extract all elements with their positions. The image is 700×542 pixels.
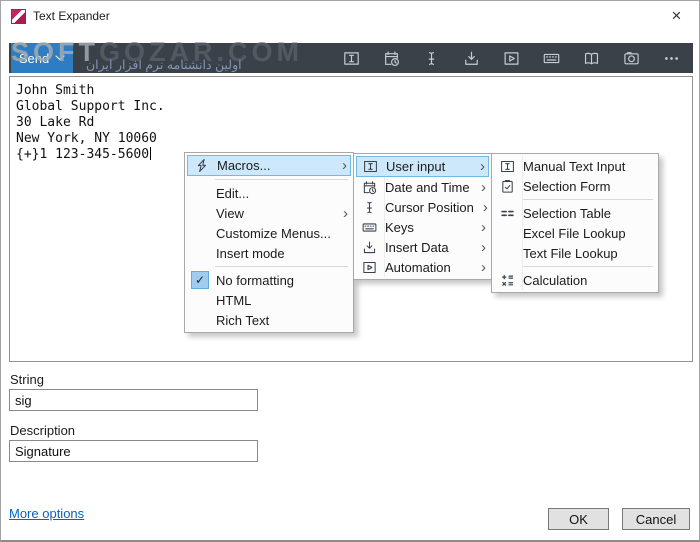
menu-item-cursor-position[interactable]: Cursor Position › [356,197,489,217]
menu-separator [215,266,348,267]
cancel-button[interactable]: Cancel [622,508,690,530]
menu-item-insert-data[interactable]: Insert Data › [356,237,489,257]
menu-item-selection-table[interactable]: Selection Table [494,203,656,223]
submenu-arrow-icon: › [480,158,485,175]
menu-item-view[interactable]: View › [187,203,351,223]
description-label: Description [10,423,76,438]
submenu-arrow-icon: › [481,258,486,276]
window-title: Text Expander [33,9,110,23]
toolbar-capture-button[interactable] [611,43,651,73]
send-button-label: Send [18,50,50,66]
submenu-arrow-icon: › [481,218,486,236]
user-input-icon [363,159,378,174]
editor-line: 30 Lake Rd [16,115,95,130]
ok-button[interactable]: OK [548,508,609,530]
editor-line: John Smith [16,83,95,98]
editor-line: Global Support Inc. [16,99,165,114]
menu-separator [522,266,653,267]
menu-item-automation[interactable]: Automation › [356,257,489,277]
ellipsis-icon [663,50,680,67]
string-label: String [10,372,44,387]
close-icon: × [671,6,682,25]
user-input-icon [500,159,515,174]
toolbar: Send [9,43,693,73]
chevron-down-icon [55,55,65,61]
calendar-clock-icon [362,180,377,195]
text-expander-window: Text Expander × Send SOFTGOZAR.COM اولین… [0,0,700,542]
context-menu: Macros... › Edit... View › Customize Men… [184,152,354,333]
submenu-arrow-icon: › [482,198,488,216]
text-cursor-icon [423,50,440,67]
submenu-arrow-icon: › [481,238,486,256]
keyboard-icon [543,50,560,67]
macros-submenu: User input › Date and Time › Cursor Posi… [353,153,492,280]
close-button[interactable]: × [654,1,699,31]
open-book-icon [583,50,600,67]
submenu-arrow-icon: › [342,157,347,174]
text-cursor-icon [362,200,377,215]
toolbar-icon-group [331,43,691,73]
camera-icon [623,50,640,67]
menu-item-date-and-time[interactable]: Date and Time › [356,177,489,197]
menu-item-excel-file-lookup[interactable]: Excel File Lookup [494,223,656,243]
play-box-icon [362,260,377,275]
clipboard-check-icon [500,179,515,194]
app-logo-icon [11,9,26,24]
table-columns-icon [500,206,515,221]
description-input[interactable] [9,440,258,462]
toolbar-date-time-button[interactable] [371,43,411,73]
menu-item-customize-menus[interactable]: Customize Menus... [187,223,351,243]
play-box-icon [503,50,520,67]
submenu-arrow-icon: › [481,178,486,196]
insert-data-icon [463,50,480,67]
toolbar-automation-button[interactable] [491,43,531,73]
toolbar-cursor-position-button[interactable] [411,43,451,73]
send-button[interactable]: Send [11,43,73,73]
keyboard-icon [362,220,377,235]
menu-item-keys[interactable]: Keys › [356,217,489,237]
menu-item-edit[interactable]: Edit... [187,183,351,203]
string-input[interactable] [9,389,258,411]
more-options-link[interactable]: More options [9,506,84,521]
menu-item-selection-form[interactable]: Selection Form [494,176,656,196]
toolbar-more-button[interactable] [651,43,691,73]
toolbar-insert-data-button[interactable] [451,43,491,73]
submenu-arrow-icon: › [343,204,348,222]
editor-line: New York, NY 10060 [16,131,157,146]
menu-item-calculation[interactable]: Calculation [494,270,656,290]
toolbar-library-button[interactable] [571,43,611,73]
menu-item-no-formatting[interactable]: ✓ No formatting [187,270,351,290]
text-caret [150,147,152,160]
menu-item-user-input[interactable]: User input › [356,156,489,177]
user-input-icon [343,50,360,67]
menu-item-manual-text-input[interactable]: Manual Text Input [494,156,656,176]
calculation-icon [500,273,515,288]
menu-item-insert-mode[interactable]: Insert mode [187,243,351,263]
title-bar: Text Expander × [1,1,699,31]
checkmark-icon: ✓ [194,273,206,287]
menu-item-text-file-lookup[interactable]: Text File Lookup [494,243,656,263]
menu-separator [522,199,653,200]
toolbar-keys-button[interactable] [531,43,571,73]
toolbar-user-input-button[interactable] [331,43,371,73]
calendar-clock-icon [383,50,400,67]
menu-item-macros[interactable]: Macros... › [187,155,351,176]
menu-item-html[interactable]: HTML [187,290,351,310]
insert-data-icon [362,240,377,255]
menu-separator [215,179,348,180]
user-input-submenu: Manual Text Input Selection Form Selecti… [491,153,659,293]
menu-item-rich-text[interactable]: Rich Text [187,310,351,330]
checked-indicator: ✓ [191,271,209,289]
macro-lightning-icon [194,158,209,173]
